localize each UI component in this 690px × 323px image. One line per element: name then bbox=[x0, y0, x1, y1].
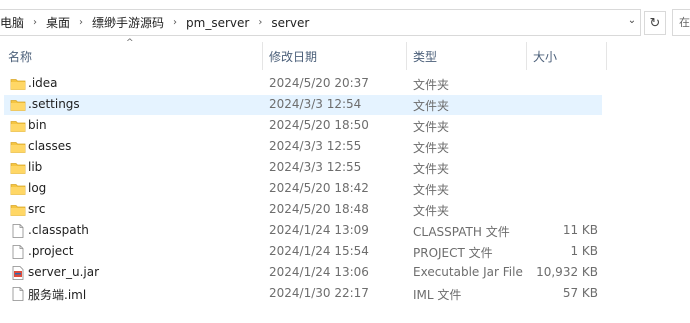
folder-icon bbox=[10, 76, 26, 92]
file-date-modified: 2024/3/3 12:55 bbox=[269, 139, 362, 153]
file-type: IML 文件 bbox=[413, 288, 462, 302]
breadcrumb-separator-icon[interactable]: › bbox=[170, 17, 180, 28]
breadcrumb-separator-icon[interactable]: › bbox=[255, 17, 265, 28]
folder-row[interactable]: bin 2024/5/20 18:50 文件夹 bbox=[4, 116, 602, 136]
file-row[interactable]: 服务端.iml 2024/1/30 22:17 IML 文件 57 KB bbox=[4, 284, 602, 304]
breadcrumb-pm-server[interactable]: pm_server bbox=[180, 16, 255, 30]
file-size: 1 KB bbox=[570, 244, 598, 258]
file-name: .idea bbox=[28, 76, 58, 90]
file-type: 文件夹 bbox=[413, 162, 450, 176]
search-input[interactable]: 在 bbox=[672, 9, 690, 36]
file-icon bbox=[10, 223, 26, 239]
file-size: 10,932 KB bbox=[536, 265, 598, 279]
breadcrumb-source-folder[interactable]: 缥缈手游源码 bbox=[86, 14, 170, 31]
folder-icon bbox=[10, 118, 26, 134]
file-date-modified: 2024/5/20 18:50 bbox=[269, 118, 369, 132]
file-name: bin bbox=[28, 118, 47, 132]
column-header-date[interactable]: 修改日期 bbox=[269, 42, 403, 70]
file-name: src bbox=[28, 202, 46, 216]
column-header-date-label: 修改日期 bbox=[269, 49, 318, 64]
breadcrumb: 电脑 › 桌面 › 缥缈手游源码 › pm_server › server bbox=[0, 14, 315, 31]
file-row[interactable]: server_u.jar 2024/1/24 13:06 Executable Ja… bbox=[4, 263, 602, 283]
folder-icon bbox=[10, 97, 26, 113]
refresh-icon[interactable]: ↻ bbox=[644, 11, 666, 35]
file-date-modified: 2024/3/3 12:54 bbox=[269, 97, 362, 111]
file-name: .classpath bbox=[28, 223, 89, 237]
file-name: .project bbox=[28, 244, 74, 258]
file-date-modified: 2024/5/20 18:42 bbox=[269, 181, 369, 195]
file-size: 57 KB bbox=[562, 286, 598, 300]
folder-row[interactable]: src 2024/5/20 18:48 文件夹 bbox=[4, 200, 602, 220]
chevron-down-icon[interactable]: ⌄ bbox=[625, 15, 639, 29]
file-size: 11 KB bbox=[562, 223, 598, 237]
folder-icon bbox=[10, 202, 26, 218]
file-row[interactable]: .project 2024/1/24 15:54 PROJECT 文件 1 KB bbox=[4, 242, 602, 262]
column-divider[interactable] bbox=[262, 42, 263, 70]
file-type: 文件夹 bbox=[413, 183, 450, 197]
file-name: log bbox=[28, 181, 47, 195]
file-icon bbox=[10, 286, 26, 302]
file-type: 文件夹 bbox=[413, 204, 450, 218]
column-divider[interactable] bbox=[406, 42, 407, 70]
breadcrumb-desktop[interactable]: 桌面 bbox=[40, 14, 76, 31]
file-type: 文件夹 bbox=[413, 141, 450, 155]
column-header-size-label: 大小 bbox=[533, 49, 558, 64]
column-divider[interactable] bbox=[526, 42, 527, 70]
column-header-type[interactable]: 类型 bbox=[413, 42, 521, 70]
folder-icon bbox=[10, 181, 26, 197]
folder-row[interactable]: lib 2024/3/3 12:55 文件夹 bbox=[4, 158, 602, 178]
file-name: 服务端.iml bbox=[28, 288, 87, 302]
file-type: 文件夹 bbox=[413, 78, 450, 92]
folder-row[interactable]: .idea 2024/5/20 20:37 文件夹 bbox=[4, 74, 602, 94]
column-header-size[interactable]: 大小 bbox=[533, 42, 603, 70]
breadcrumb-separator-icon[interactable]: › bbox=[30, 17, 40, 28]
file-type: Executable Jar File bbox=[413, 265, 523, 279]
folder-icon bbox=[10, 139, 26, 155]
file-type: 文件夹 bbox=[413, 99, 450, 113]
file-date-modified: 2024/1/24 13:06 bbox=[269, 265, 369, 279]
file-icon bbox=[10, 244, 26, 260]
folder-icon bbox=[10, 160, 26, 176]
column-header-name-label: 名称 bbox=[8, 49, 33, 64]
address-bar[interactable]: 电脑 › 桌面 › 缥缈手游源码 › pm_server › server ⌄ … bbox=[0, 9, 690, 36]
column-header-name[interactable]: 名称 bbox=[8, 42, 258, 70]
file-name: .settings bbox=[28, 97, 80, 111]
file-name: lib bbox=[28, 160, 43, 174]
breadcrumb-server[interactable]: server bbox=[265, 16, 315, 30]
folder-row[interactable]: classes 2024/3/3 12:55 文件夹 bbox=[4, 137, 602, 157]
file-name: classes bbox=[28, 139, 72, 153]
jar-file-icon bbox=[10, 265, 26, 281]
folder-row[interactable]: .settings 2024/3/3 12:54 文件夹 bbox=[4, 95, 602, 115]
file-date-modified: 2024/1/24 13:09 bbox=[269, 223, 369, 237]
file-date-modified: 2024/5/20 20:37 bbox=[269, 76, 369, 90]
file-row[interactable]: .classpath 2024/1/24 13:09 CLASSPATH 文件 11 … bbox=[4, 221, 602, 241]
file-type: 文件夹 bbox=[413, 120, 450, 134]
breadcrumb-computer[interactable]: 电脑 bbox=[0, 14, 30, 31]
folder-row[interactable]: log 2024/5/20 18:42 文件夹 bbox=[4, 179, 602, 199]
file-date-modified: 2024/3/3 12:55 bbox=[269, 160, 362, 174]
file-date-modified: 2024/1/24 15:54 bbox=[269, 244, 369, 258]
breadcrumb-separator-icon[interactable]: › bbox=[76, 17, 86, 28]
column-header-type-label: 类型 bbox=[413, 49, 438, 64]
column-divider[interactable] bbox=[606, 42, 607, 70]
file-name: server_u.jar bbox=[28, 265, 100, 279]
file-type: PROJECT 文件 bbox=[413, 246, 493, 260]
file-date-modified: 2024/1/30 22:17 bbox=[269, 286, 369, 300]
file-type: CLASSPATH 文件 bbox=[413, 225, 510, 239]
file-date-modified: 2024/5/20 18:48 bbox=[269, 202, 369, 216]
